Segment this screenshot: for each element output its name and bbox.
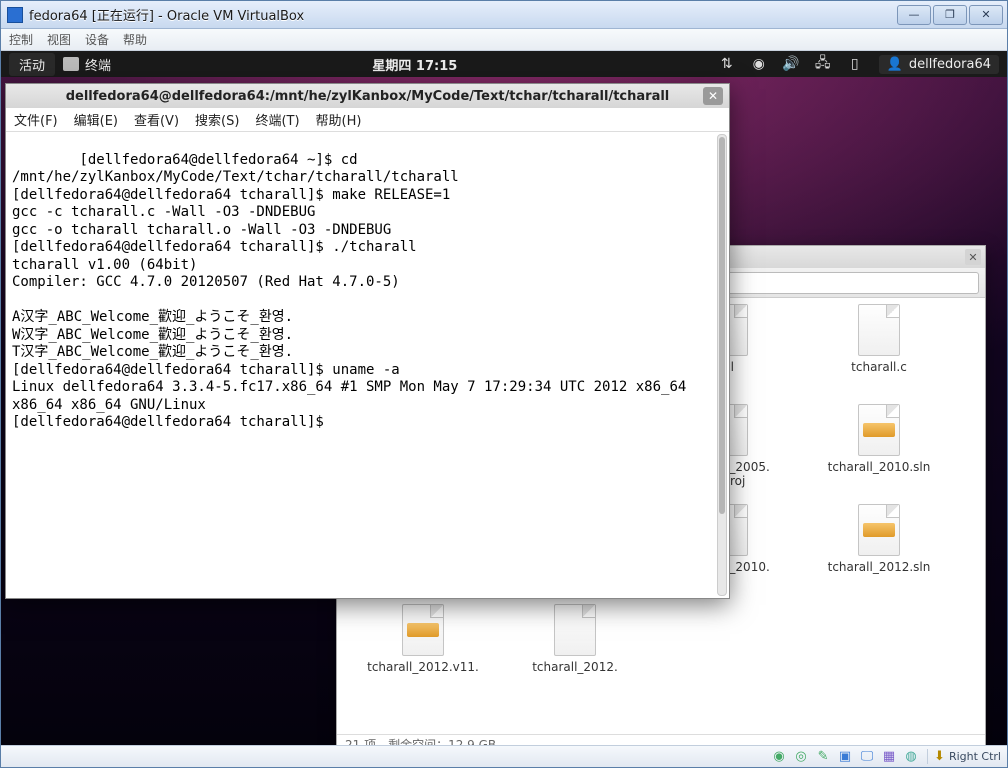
guest-screen: 活动 终端 星期四 17:15 ⇅ ◉ 🔊 🖧 ▯ 👤 dellfedora64	[1, 51, 1007, 745]
accessibility-icon[interactable]: ◉	[751, 56, 767, 72]
clock[interactable]: 星期四 17:15	[372, 55, 457, 74]
file-label: tcharall_2012.sln	[828, 560, 931, 574]
file-item[interactable]: tcharall_2012.v11.	[347, 604, 499, 704]
wired-icon[interactable]: 🖧	[815, 56, 831, 72]
vb-usb-icon[interactable]: ✎	[815, 749, 831, 765]
terminal-title: dellfedora64@dellfedora64:/mnt/he/zylKan…	[66, 89, 670, 104]
file-label: tcharall_2012.	[532, 660, 618, 674]
vb-cd-icon[interactable]: ◎	[793, 749, 809, 765]
virtualbox-window: fedora64 [正在运行] - Oracle VM VirtualBox —…	[0, 0, 1008, 768]
vb-app-icon	[7, 7, 23, 23]
file-label: tcharall_2012.v11.	[367, 660, 479, 674]
file-icon	[402, 604, 444, 656]
vb-minimize-button[interactable]: —	[897, 5, 931, 25]
system-tray: ⇅ ◉ 🔊 🖧 ▯ 👤 dellfedora64	[719, 55, 999, 74]
term-menu-view[interactable]: 查看(V)	[134, 110, 179, 129]
terminal-output: [dellfedora64@dellfedora64 ~]$ cd /mnt/h…	[12, 152, 695, 431]
file-item[interactable]: tcharall_2012.sln	[803, 504, 955, 604]
file-icon	[858, 504, 900, 556]
user-menu[interactable]: 👤 dellfedora64	[879, 55, 999, 74]
file-item[interactable]: tcharall_2012.	[499, 604, 651, 704]
vb-menubar: 控制 视图 设备 帮助	[1, 29, 1007, 51]
vb-rec-icon[interactable]: ◍	[903, 749, 919, 765]
terminal-scrollbar[interactable]	[717, 134, 727, 596]
user-label: dellfedora64	[909, 57, 991, 72]
vb-display-icon[interactable]: 🖵	[859, 749, 875, 765]
network-icon[interactable]: ⇅	[719, 56, 735, 72]
vb-title: fedora64 [正在运行] - Oracle VM VirtualBox	[29, 5, 304, 24]
terminal-icon	[63, 57, 79, 71]
file-icon	[554, 604, 596, 656]
file-label: tcharall_2010.sln	[828, 460, 931, 474]
vb-hostkey-indicator[interactable]: ⬇ Right Ctrl	[927, 749, 1001, 764]
user-icon: 👤	[887, 57, 903, 72]
file-item[interactable]: tcharall_2010.sln	[803, 404, 955, 504]
vb-folder-icon[interactable]: ▣	[837, 749, 853, 765]
terminal-titlebar[interactable]: dellfedora64@dellfedora64:/mnt/he/zylKan…	[6, 84, 729, 108]
file-label: tcharall.c	[851, 360, 907, 374]
terminal-close-button[interactable]: ✕	[703, 87, 723, 105]
vb-menu-view[interactable]: 视图	[47, 31, 71, 48]
term-menu-file[interactable]: 文件(F)	[14, 110, 58, 129]
vb-statusbar: ◉ ◎ ✎ ▣ 🖵 ▦ ◍ ⬇ Right Ctrl	[1, 745, 1007, 767]
term-menu-edit[interactable]: 编辑(E)	[74, 110, 118, 129]
gnome-top-panel: 活动 终端 星期四 17:15 ⇅ ◉ 🔊 🖧 ▯ 👤 dellfedora64	[1, 51, 1007, 77]
term-menu-help[interactable]: 帮助(H)	[316, 110, 362, 129]
vb-hdd-icon[interactable]: ◉	[771, 749, 787, 765]
fm-statusbar: 21 项，剩余空间：12.9 GB	[337, 734, 985, 745]
file-icon	[858, 304, 900, 356]
volume-icon[interactable]: 🔊	[783, 56, 799, 72]
vb-close-button[interactable]: ✕	[969, 5, 1003, 25]
vb-maximize-button[interactable]: ❐	[933, 5, 967, 25]
vb-titlebar[interactable]: fedora64 [正在运行] - Oracle VM VirtualBox —…	[1, 1, 1007, 29]
terminal-menubar: 文件(F) 编辑(E) 查看(V) 搜索(S) 终端(T) 帮助(H)	[6, 108, 729, 132]
activities-button[interactable]: 活动	[9, 53, 55, 76]
terminal-window[interactable]: dellfedora64@dellfedora64:/mnt/he/zylKan…	[5, 83, 730, 599]
fm-close-button[interactable]: ✕	[965, 249, 981, 265]
appmenu-button[interactable]: 终端	[63, 55, 111, 74]
hostkey-arrow-icon: ⬇	[934, 749, 945, 764]
terminal-body[interactable]: [dellfedora64@dellfedora64 ~]$ cd /mnt/h…	[6, 132, 729, 598]
scrollbar-thumb[interactable]	[719, 137, 725, 514]
file-item[interactable]: tcharall.c	[803, 304, 955, 404]
vb-menu-control[interactable]: 控制	[9, 31, 33, 48]
file-icon	[858, 404, 900, 456]
hostkey-label: Right Ctrl	[949, 750, 1001, 763]
term-menu-search[interactable]: 搜索(S)	[195, 110, 239, 129]
appmenu-label: 终端	[85, 55, 111, 74]
vb-menu-help[interactable]: 帮助	[123, 31, 147, 48]
fm-status-text: 21 项，剩余空间：12.9 GB	[345, 736, 496, 745]
battery-icon[interactable]: ▯	[847, 56, 863, 72]
vb-vrdp-icon[interactable]: ▦	[881, 749, 897, 765]
term-menu-terminal[interactable]: 终端(T)	[255, 110, 299, 129]
vb-menu-device[interactable]: 设备	[85, 31, 109, 48]
